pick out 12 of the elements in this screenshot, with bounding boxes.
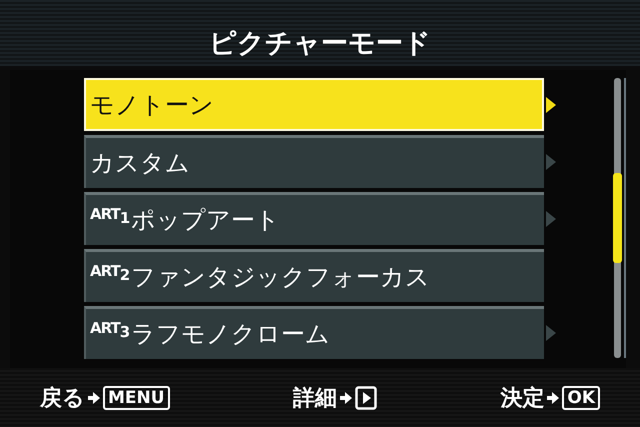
footer-label: 決定 (500, 384, 544, 412)
arrow-icon (340, 392, 352, 404)
footer-label: 戻る (40, 384, 85, 412)
arrow-icon (88, 392, 100, 404)
menu-item[interactable]: モノトーン (84, 78, 544, 131)
key-label: OK (562, 386, 600, 410)
screen-title: ピクチャーモード (209, 27, 431, 61)
play-icon (354, 386, 377, 410)
menu-item[interactable]: カスタム (84, 135, 544, 188)
footer-label: 詳細 (292, 384, 337, 412)
arrow-icon (547, 392, 560, 404)
key-label: MENU (103, 386, 170, 410)
